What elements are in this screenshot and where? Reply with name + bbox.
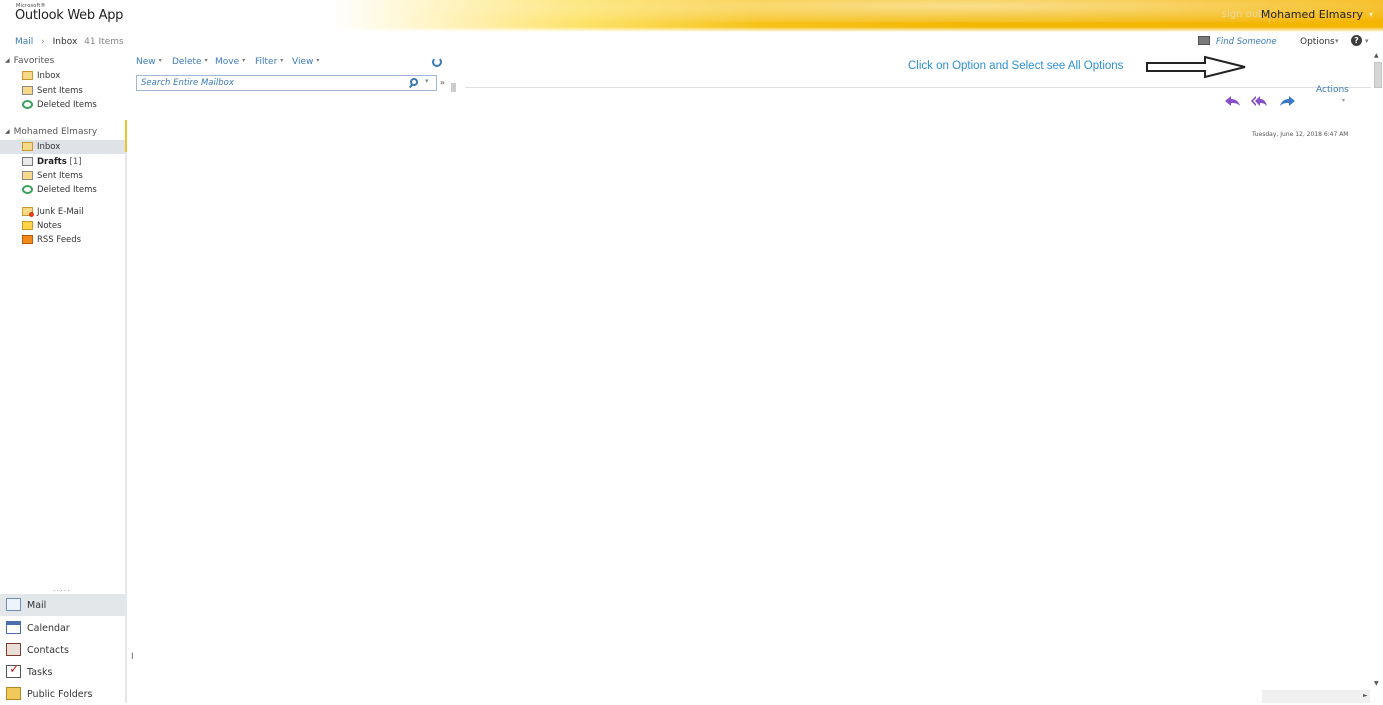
view-menu-button[interactable]: View ▾ [292,57,319,67]
public-folders-icon [6,687,21,700]
forward-icon[interactable] [1278,94,1296,108]
scroll-right-arrow-icon[interactable]: ► [1363,692,1368,699]
module-calendar[interactable]: Calendar [0,617,126,639]
inbox-icon [22,142,33,151]
user-name-menu[interactable]: Mohamed Elmasry [1261,8,1363,21]
search-scope-caret-icon[interactable]: ▾ [425,77,429,85]
reply-all-icon[interactable] [1250,94,1268,108]
message-date: Tuesday, June 12, 2018 6:47 AM [1252,131,1349,138]
collapse-triangle-icon[interactable]: ◢ [5,57,10,64]
horizontal-scrollbar[interactable] [1262,690,1370,703]
help-icon[interactable]: ? [1351,35,1362,46]
filter-menu-button[interactable]: Filter ▾ [255,57,283,67]
sent-items-icon [22,171,33,180]
list-scrollbar[interactable] [451,83,456,92]
scroll-up-arrow-icon[interactable]: ▲ [1374,52,1379,59]
folder-sent-items[interactable]: Sent Items [0,169,126,183]
app-logo-title[interactable]: Outlook Web App [15,8,123,23]
options-menu-button[interactable]: Options [1300,37,1335,47]
module-resize-handle[interactable]: ..... [53,584,71,593]
item-count: 41 Items [84,37,124,47]
help-caret-icon[interactable]: ▾ [1365,37,1369,45]
reading-pane-vertical-scrollbar[interactable] [1371,52,1383,692]
notes-icon [22,221,33,230]
tasks-icon [6,662,21,678]
chevron-down-icon: ▾ [280,57,284,64]
breadcrumb-mail-link[interactable]: Mail [15,37,33,47]
module-public-folders[interactable]: Public Folders [0,683,126,705]
drafts-icon [22,157,33,166]
search-icon[interactable] [410,78,418,86]
move-menu-button[interactable]: Move ▾ [215,57,245,67]
scrollbar-thumb[interactable] [1374,62,1382,88]
favorites-item-sent-items[interactable]: Sent Items [0,84,126,98]
options-caret-icon[interactable]: ▾ [1335,37,1339,45]
chevron-down-icon: ▾ [158,57,162,64]
calendar-icon [6,621,21,634]
folder-junk-email[interactable]: Junk E-Mail [0,205,126,219]
reply-icon[interactable] [1224,94,1242,108]
breadcrumb-separator: › [41,37,45,47]
chevron-down-icon: ▾ [242,57,246,64]
chevron-down-icon: ▾ [316,57,320,64]
delete-menu-button[interactable]: Delete ▾ [172,57,208,67]
unread-count: [1] [69,157,82,167]
find-someone-link[interactable]: Find Someone [1216,37,1277,47]
favorites-item-inbox[interactable]: Inbox [0,69,126,83]
user-menu-caret-icon[interactable]: ▾ [1369,10,1373,19]
folder-deleted-items[interactable]: Deleted Items [0,183,126,197]
module-mail[interactable]: Mail [0,594,126,616]
sent-items-icon [22,86,33,95]
actions-caret-icon[interactable]: ▾ [1342,97,1345,104]
folder-inbox[interactable]: Inbox [0,140,126,154]
breadcrumb-folder: Inbox [52,37,78,47]
folder-rss-feeds[interactable]: RSS Feeds [0,233,126,247]
module-tasks[interactable]: Tasks [0,661,126,683]
sign-out-link[interactable]: sign out [1222,9,1262,20]
chevron-down-icon: ▾ [204,57,208,64]
rss-feeds-icon [22,235,33,244]
contacts-icon [6,643,21,656]
refresh-icon[interactable] [432,57,442,67]
search-box: ▾ [136,75,437,91]
pane-splitter[interactable]: I [131,652,134,662]
breadcrumb: Mail › Inbox 41 Items [15,37,124,47]
folder-notes[interactable]: Notes [0,219,126,233]
junk-mail-icon [22,207,34,217]
deleted-items-icon [22,100,33,109]
expand-search-icon[interactable]: » [440,78,445,87]
folder-drafts[interactable]: Drafts [1] [0,155,126,169]
inbox-icon [22,71,33,80]
actions-menu-button[interactable]: Actions [1316,85,1349,95]
mail-icon [6,598,21,611]
favorites-header[interactable]: ◢ Favorites [5,56,54,66]
app-header: Microsoft® Outlook Web App sign out Moha… [0,0,1383,32]
collapse-triangle-icon[interactable]: ◢ [5,128,10,135]
reading-pane-divider [465,87,1371,88]
instruction-annotation: Click on Option and Select see All Optio… [908,60,1124,72]
scroll-down-arrow-icon[interactable]: ▼ [1374,680,1379,687]
module-contacts[interactable]: Contacts [0,639,126,661]
mailbox-header[interactable]: ◢ Mohamed Elmasry [5,127,97,137]
nav-pane-border-accent [125,120,127,152]
address-book-icon[interactable] [1198,36,1210,45]
search-input[interactable] [141,77,401,89]
deleted-items-icon [22,185,33,194]
annotation-arrow-icon [1146,55,1246,79]
favorites-item-deleted-items[interactable]: Deleted Items [0,98,126,112]
new-menu-button[interactable]: New ▾ [136,57,162,67]
